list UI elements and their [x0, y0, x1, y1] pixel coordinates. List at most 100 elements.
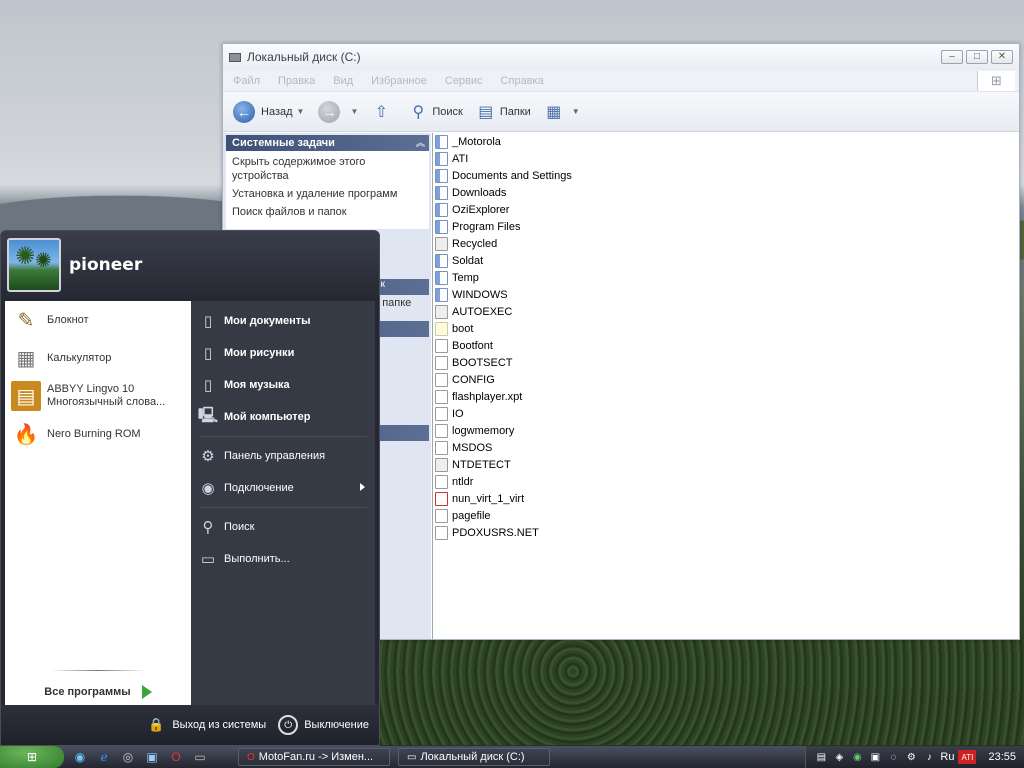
ie-icon[interactable]: ℯ [96, 749, 112, 765]
search-button[interactable]: ⚲ Поиск [409, 102, 463, 122]
menu-file[interactable]: Файл [233, 75, 260, 87]
maximize-button[interactable]: □ [966, 50, 988, 64]
language-indicator[interactable]: Ru [940, 751, 954, 763]
menu-tools[interactable]: Сервис [445, 75, 483, 87]
globe-icon: ◉ [201, 480, 215, 497]
file-item[interactable]: AUTOEXEC [433, 303, 1018, 320]
folders-button[interactable]: ▤ Папки [477, 102, 531, 122]
task-hide-contents[interactable]: Скрыть содержимое этого устройства [232, 155, 423, 183]
taskbar-button-motofan[interactable]: O MotoFan.ru -> Измен... [238, 748, 390, 766]
task-label: Локальный диск (C:) [420, 751, 525, 763]
file-icon [435, 355, 448, 370]
chevron-down-icon[interactable]: ▼ [572, 107, 580, 116]
shutdown-button[interactable]: ⏻ Выключение [278, 715, 369, 735]
volume-icon[interactable]: ♪ [922, 750, 936, 764]
menu-edit[interactable]: Правка [278, 75, 315, 87]
places-label: Мои рисунки [224, 347, 295, 359]
my-music[interactable]: ▯ Моя музыка [191, 369, 375, 401]
file-icon [435, 525, 448, 540]
opera-icon[interactable]: O [168, 749, 184, 765]
file-item[interactable]: CONFIG [433, 371, 1018, 388]
file-item[interactable]: ntldr [433, 473, 1018, 490]
file-name: logwmemory [452, 424, 515, 437]
clock[interactable]: 23:55 [988, 751, 1016, 763]
settings-icon[interactable]: ⚙ [904, 750, 918, 764]
file-name: boot [452, 322, 474, 335]
file-item[interactable]: Documents and Settings [433, 167, 1018, 184]
pinned-lingvo[interactable]: ▤ ABBYY Lingvo 10 Многоязычный слова... [5, 377, 191, 415]
globe-icon[interactable]: ◉ [72, 749, 88, 765]
file-item[interactable]: Temp [433, 269, 1018, 286]
file-item[interactable]: Program Files [433, 218, 1018, 235]
toolbar: ← Назад ▼ → ▼ ⇧ ⚲ Поиск ▤ Папки ▦ ▼ [223, 92, 1019, 132]
back-arrow-icon: ← [233, 100, 255, 123]
control-panel[interactable]: ⚙ Панель управления [191, 440, 375, 472]
my-pictures[interactable]: ▯ Мои рисунки [191, 337, 375, 369]
file-item[interactable]: Soldat [433, 252, 1018, 269]
window-icon[interactable]: ▣ [144, 749, 160, 765]
media-player-icon[interactable]: ◎ [120, 749, 136, 765]
places-label: Мой компьютер [224, 411, 311, 423]
forward-button[interactable]: → ▼ [318, 100, 358, 123]
all-programs-button[interactable]: Все программы [5, 685, 191, 699]
file-item[interactable]: IO [433, 405, 1018, 422]
file-name: NTDETECT [452, 458, 511, 471]
notepad-icon: ✎ [17, 309, 35, 332]
file-item[interactable]: PDOXUSRS.NET [433, 524, 1018, 541]
calculator-icon: ▦ [16, 347, 36, 370]
file-name: Soldat [452, 254, 484, 267]
close-button[interactable]: ✕ [991, 50, 1013, 64]
file-item[interactable]: flashplayer.xpt [433, 388, 1018, 405]
app-icon[interactable]: ▣ [868, 750, 882, 764]
menu-favorites[interactable]: Избранное [371, 75, 427, 87]
pinned-notepad[interactable]: ✎ Блокнот [5, 301, 191, 339]
search[interactable]: ⚲ Поиск [191, 511, 375, 543]
file-item[interactable]: logwmemory [433, 422, 1018, 439]
sync-icon[interactable]: ◌ [886, 750, 900, 764]
chevron-down-icon[interactable]: ▼ [297, 107, 305, 116]
task-search-files[interactable]: Поиск файлов и папок [232, 205, 423, 219]
logoff-button[interactable]: 🔒 Выход из системы [146, 715, 266, 735]
minimize-button[interactable]: – [941, 50, 963, 64]
start-button[interactable]: ⊞ [0, 746, 64, 768]
system-tasks-header[interactable]: Системные задачи ︽ [226, 135, 429, 151]
file-item[interactable]: Recycled [433, 235, 1018, 252]
file-item[interactable]: pagefile [433, 507, 1018, 524]
pinned-nero[interactable]: 🔥 Nero Burning ROM [5, 415, 191, 453]
file-item[interactable]: MSDOS [433, 439, 1018, 456]
drive-icon[interactable]: ▭ [192, 749, 208, 765]
network-icon[interactable]: ▤ [814, 750, 828, 764]
folders-label: Папки [499, 105, 531, 118]
back-button[interactable]: ← Назад ▼ [233, 100, 305, 123]
file-item[interactable]: WINDOWS [433, 286, 1018, 303]
views-button[interactable]: ▦ ▼ [545, 102, 580, 122]
file-item[interactable]: OziExplorer [433, 201, 1018, 218]
file-item[interactable]: Downloads [433, 184, 1018, 201]
file-item[interactable]: _Motorola [433, 133, 1018, 150]
up-folder-button[interactable]: ⇧ [372, 102, 395, 122]
file-item[interactable]: boot [433, 320, 1018, 337]
menu-help[interactable]: Справка [501, 75, 544, 87]
file-item[interactable]: ATI [433, 150, 1018, 167]
file-item[interactable]: nun_virt_1_virt [433, 490, 1018, 507]
shield-icon[interactable]: ◈ [832, 750, 846, 764]
avatar[interactable] [7, 238, 61, 292]
globe-icon[interactable]: ◉ [850, 750, 864, 764]
chevron-down-icon[interactable]: ▼ [350, 107, 358, 116]
my-documents[interactable]: ▯ Мои документы [191, 305, 375, 337]
task-add-remove-programs[interactable]: Установка и удаление программ [232, 187, 423, 201]
my-computer[interactable]: 🖳 Мой компьютер [191, 401, 375, 433]
up-folder-icon: ⇧ [374, 103, 389, 121]
collapse-icon[interactable]: ︽ [416, 136, 425, 149]
ati-icon[interactable]: ATI [958, 750, 977, 764]
connect-to[interactable]: ◉ Подключение [191, 472, 375, 504]
run[interactable]: ▭ Выполнить... [191, 543, 375, 575]
file-name: pagefile [452, 509, 491, 522]
menu-view[interactable]: Вид [333, 75, 353, 87]
file-item[interactable]: Bootfont [433, 337, 1018, 354]
taskbar-button-explorer[interactable]: ▭ Локальный диск (C:) [398, 748, 550, 766]
file-item[interactable]: NTDETECT [433, 456, 1018, 473]
window-titlebar[interactable]: Локальный диск (C:) – □ ✕ [223, 44, 1019, 70]
file-item[interactable]: BOOTSECT [433, 354, 1018, 371]
pinned-calculator[interactable]: ▦ Калькулятор [5, 339, 191, 377]
